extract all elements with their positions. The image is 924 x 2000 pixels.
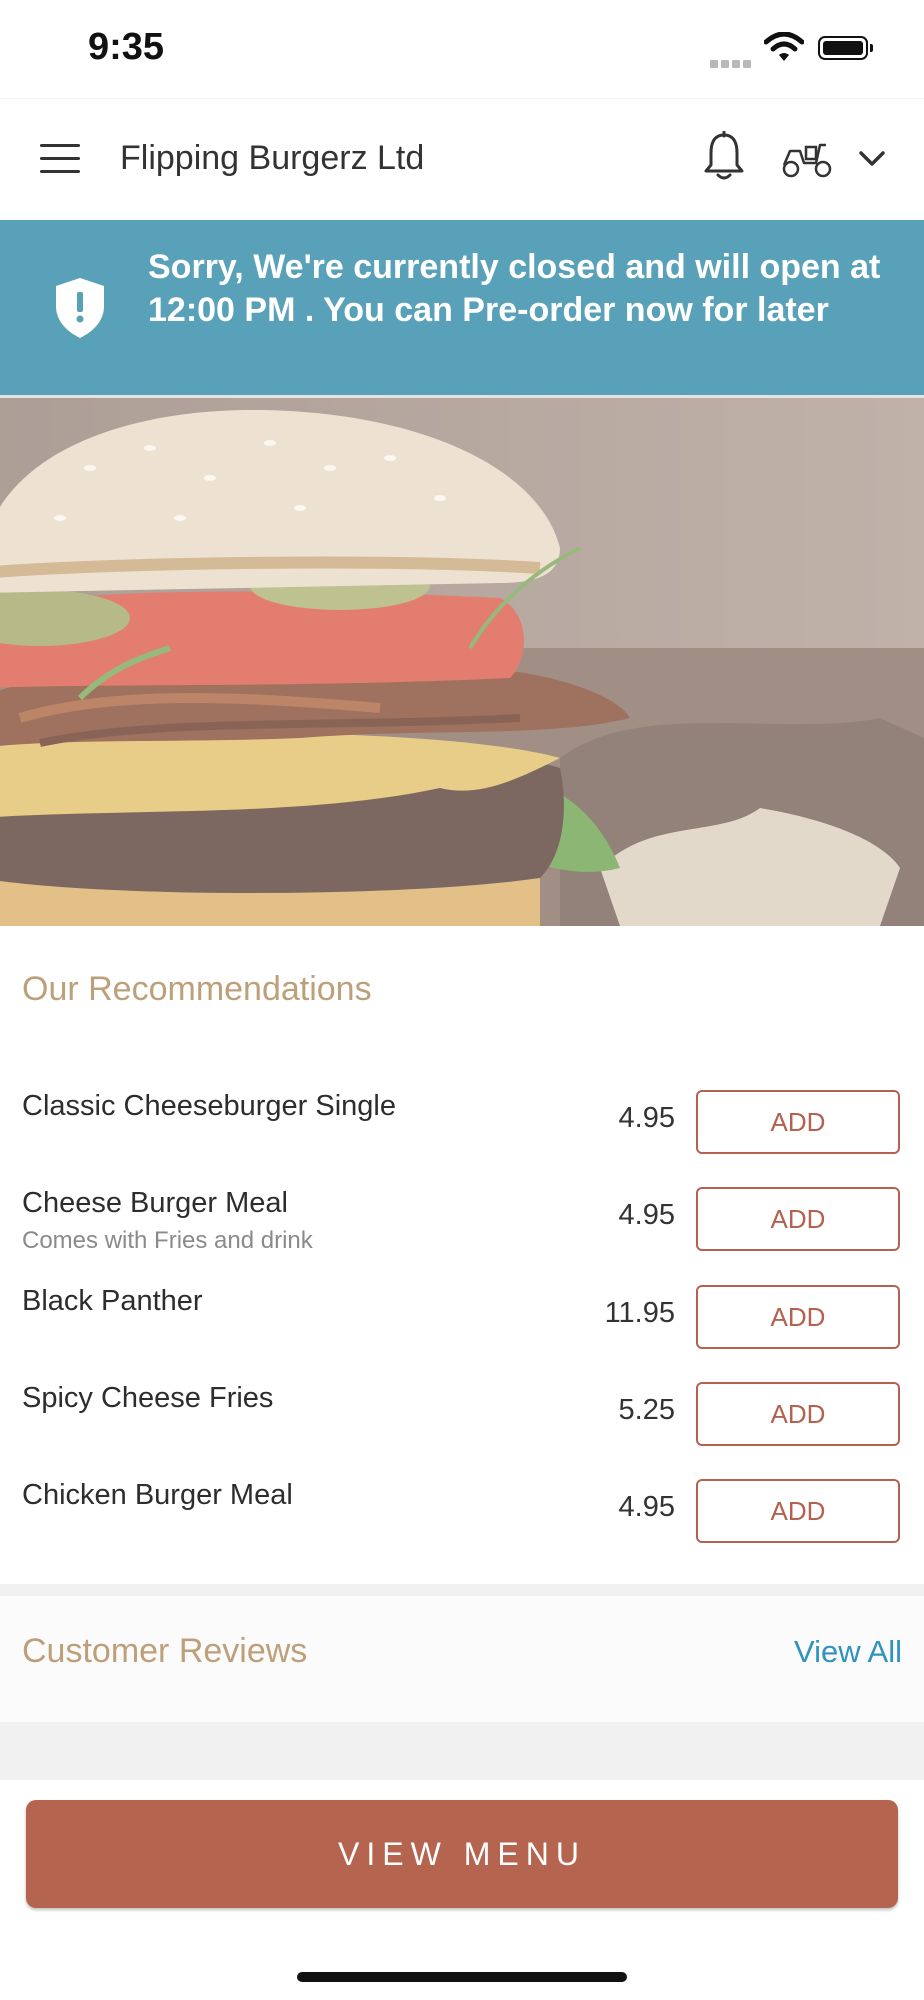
list-item: Spicy Cheese Fries 5.25 ADD <box>0 1382 924 1478</box>
view-all-link[interactable]: View All <box>794 1634 902 1670</box>
closed-notice-banner: Sorry, We're currently closed and will o… <box>0 220 924 398</box>
list-item: Black Panther 11.95 ADD <box>0 1285 924 1381</box>
add-button[interactable]: ADD <box>696 1285 900 1349</box>
list-item: Cheese Burger Meal Comes with Fries and … <box>0 1187 924 1283</box>
app-header: Flipping Burgerz Ltd <box>0 98 924 221</box>
bottom-bar: VIEW MENU <box>0 1780 924 2000</box>
item-price: 5.25 <box>618 1394 675 1426</box>
item-price: 11.95 <box>604 1297 675 1329</box>
add-button[interactable]: ADD <box>696 1187 900 1251</box>
chevron-down-icon[interactable] <box>856 143 888 173</box>
scooter-icon[interactable] <box>780 139 834 179</box>
add-button[interactable]: ADD <box>696 1382 900 1446</box>
reviews-placeholder <box>0 1722 924 1780</box>
item-description: Comes with Fries and drink <box>22 1227 313 1254</box>
status-time: 9:35 <box>88 26 165 68</box>
list-item: Classic Cheeseburger Single 4.95 ADD <box>0 1090 924 1186</box>
status-bar: 9:35 <box>0 0 924 98</box>
add-button[interactable]: ADD <box>696 1090 900 1154</box>
item-name: Black Panther <box>22 1285 203 1317</box>
wifi-icon <box>764 32 804 61</box>
item-name: Chicken Burger Meal <box>22 1479 293 1511</box>
closed-notice-text: Sorry, We're currently closed and will o… <box>148 248 881 329</box>
item-name: Cheese Burger Meal <box>22 1187 288 1219</box>
section-divider <box>0 1584 924 1596</box>
restaurant-name: Flipping Burgerz Ltd <box>120 139 425 177</box>
add-button[interactable]: ADD <box>696 1479 900 1543</box>
shield-alert-icon <box>56 278 104 338</box>
item-price: 4.95 <box>618 1491 675 1523</box>
bell-icon[interactable] <box>702 131 746 183</box>
customer-reviews-section: Customer Reviews View All <box>0 1596 924 1722</box>
recommendations-title: Our Recommendations <box>22 970 372 1008</box>
item-name: Classic Cheeseburger Single <box>22 1090 396 1122</box>
reviews-title: Customer Reviews <box>22 1632 308 1670</box>
cellular-signal-icon <box>710 55 754 68</box>
item-name: Spicy Cheese Fries <box>22 1382 274 1414</box>
item-price: 4.95 <box>618 1102 675 1134</box>
battery-icon <box>818 36 873 60</box>
list-item: Chicken Burger Meal 4.95 ADD <box>0 1479 924 1575</box>
home-indicator[interactable] <box>297 1972 627 1982</box>
item-price: 4.95 <box>618 1199 675 1231</box>
view-menu-button[interactable]: VIEW MENU <box>26 1800 898 1908</box>
menu-icon[interactable] <box>40 144 80 174</box>
hero-burger-image <box>0 398 924 926</box>
